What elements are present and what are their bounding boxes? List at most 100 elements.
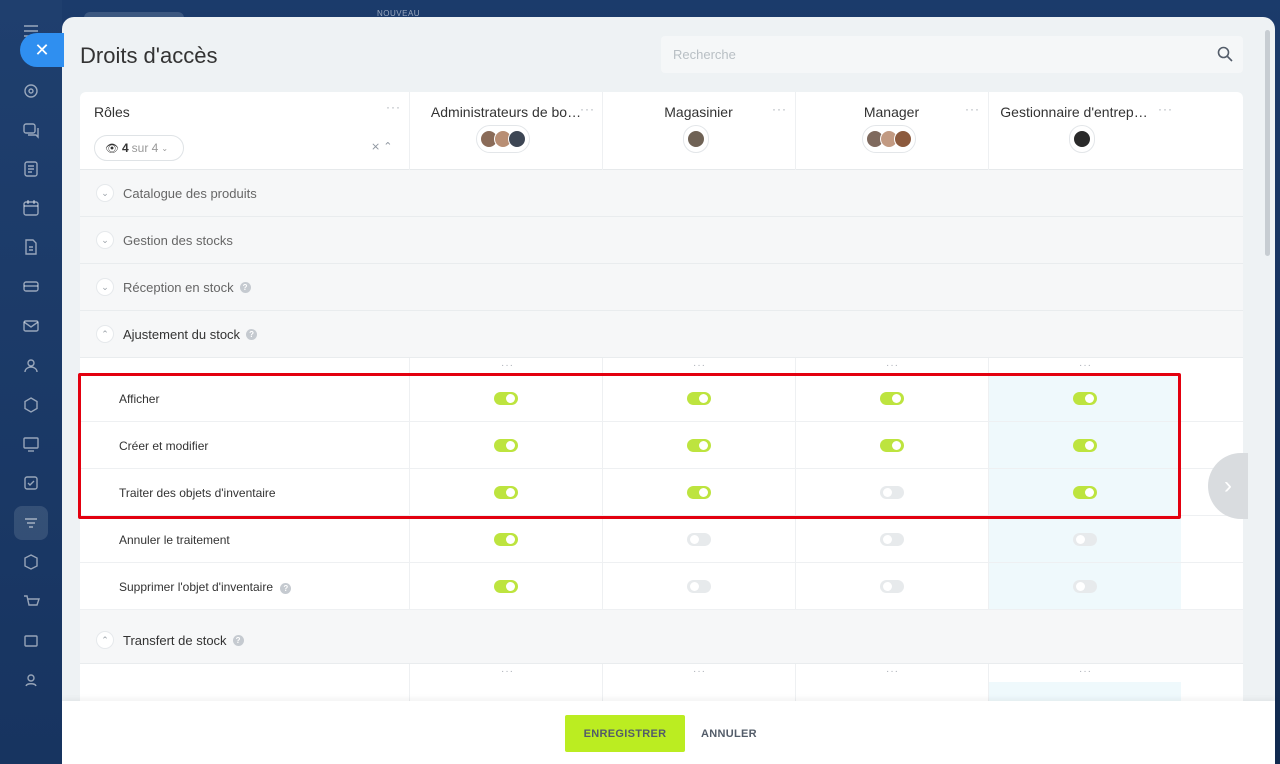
page-title: Droits d'accès xyxy=(80,43,218,68)
inventory-icon[interactable] xyxy=(14,506,48,540)
more-icon[interactable]: ··· xyxy=(501,360,514,371)
eye-icon: 👁 xyxy=(105,142,119,155)
cancel-button[interactable]: ANNULER xyxy=(692,715,766,752)
chevron-down-icon[interactable]: ⌄ xyxy=(96,184,114,202)
save-button[interactable]: ENREGISTRER xyxy=(565,715,685,752)
permission-label: Annuler le traitement xyxy=(119,533,230,547)
more-icon[interactable]: ··· xyxy=(772,102,787,116)
role-visibility-counter[interactable]: 👁 4 sur 4 ⌄ xyxy=(94,135,184,161)
role-name[interactable]: Magasinier xyxy=(602,104,795,120)
avatar xyxy=(894,130,912,148)
cart-icon[interactable] xyxy=(14,585,48,619)
counter-count: 4 xyxy=(121,141,129,155)
store-icon[interactable] xyxy=(14,624,48,658)
help-icon[interactable]: ? xyxy=(246,328,258,340)
role-name[interactable]: Gestionnaire d'entrep… xyxy=(988,104,1160,120)
chevron-down-icon: ⌄ xyxy=(161,143,169,153)
help-icon[interactable]: ? xyxy=(280,583,292,594)
chevron-down-icon[interactable]: ⌄ xyxy=(96,278,114,296)
more-icon[interactable]: ··· xyxy=(965,102,980,116)
collapse-expand-icon[interactable]: ⨯ ⌃ xyxy=(371,140,393,153)
role-avatars xyxy=(1069,125,1095,153)
contacts-icon[interactable] xyxy=(14,348,48,382)
calendar-icon[interactable] xyxy=(14,191,48,225)
counter-total: sur 4 xyxy=(131,141,159,155)
chevron-up-icon[interactable]: ⌃ xyxy=(96,325,114,343)
search-input[interactable] xyxy=(661,36,1243,73)
document-icon[interactable] xyxy=(14,230,48,264)
permission-row: Supprimer l'objet d'inventaire ? xyxy=(80,563,1243,610)
permission-toggle[interactable] xyxy=(1073,533,1097,546)
scrollbar[interactable] xyxy=(1265,30,1270,256)
chevron-up-icon[interactable]: ⌃ xyxy=(96,631,114,649)
more-icon[interactable]: ··· xyxy=(886,360,899,371)
section-label: Transfert de stock xyxy=(123,632,227,648)
checklist-icon[interactable] xyxy=(14,466,48,500)
roles-header: Rôles ··· 👁 4 sur 4 ⌄ ⨯ ⌃ Administrateur… xyxy=(80,92,1243,170)
avatar xyxy=(687,130,705,148)
chevron-down-icon[interactable]: ⌄ xyxy=(96,231,114,249)
section-stock-transfer[interactable]: ⌃ Transfert de stock ? xyxy=(80,617,1243,664)
more-icon[interactable]: ··· xyxy=(693,360,706,371)
column-divider xyxy=(988,92,989,170)
column-actions-row: ··· ··· ··· ··· xyxy=(80,664,1243,682)
chevron-right-icon: › xyxy=(1224,472,1232,499)
column-divider xyxy=(795,92,796,170)
more-icon[interactable]: ··· xyxy=(1158,102,1173,116)
highlight-frame xyxy=(78,373,1181,519)
more-icon[interactable]: ··· xyxy=(1079,360,1092,371)
permission-label-text: Supprimer l'objet d'inventaire xyxy=(119,580,273,594)
tasks-icon[interactable] xyxy=(14,152,48,186)
section-label: Gestion des stocks xyxy=(123,232,233,248)
role-avatars xyxy=(683,125,709,153)
role-avatars xyxy=(862,125,916,153)
roles-label: Rôles xyxy=(94,104,130,120)
more-icon[interactable]: ··· xyxy=(386,100,401,114)
section-stock-reception[interactable]: ⌄ Réception en stock ? xyxy=(80,264,1243,311)
chat-icon[interactable] xyxy=(14,113,48,147)
permission-toggle[interactable] xyxy=(687,580,711,593)
column-divider xyxy=(602,92,603,170)
sites-icon[interactable] xyxy=(14,427,48,461)
section-catalogue[interactable]: ⌄ Catalogue des produits xyxy=(80,170,1243,217)
permission-toggle[interactable] xyxy=(494,580,518,593)
role-avatars xyxy=(476,125,530,153)
section-stock-adjustment[interactable]: ⌃ Ajustement du stock ? xyxy=(80,311,1243,358)
close-panel-button[interactable]: ✕ xyxy=(20,33,64,67)
more-icon[interactable]: ··· xyxy=(693,666,706,677)
permission-toggle[interactable] xyxy=(880,580,904,593)
permission-row: Annuler le traitement xyxy=(80,516,1243,563)
permission-toggle[interactable] xyxy=(1073,580,1097,593)
search-icon[interactable] xyxy=(1217,46,1233,62)
close-icon: ✕ xyxy=(34,39,50,60)
search-box xyxy=(661,36,1243,73)
section-label: Réception en stock xyxy=(123,279,234,295)
crm-icon[interactable] xyxy=(14,388,48,422)
permission-toggle[interactable] xyxy=(880,533,904,546)
feed-icon[interactable] xyxy=(14,74,48,108)
help-icon[interactable]: ? xyxy=(239,281,251,293)
more-icon[interactable]: ··· xyxy=(1079,666,1092,677)
mail-icon[interactable] xyxy=(14,309,48,343)
section-label: Ajustement du stock xyxy=(123,326,241,342)
help-icon[interactable]: ? xyxy=(232,634,244,646)
more-icon[interactable]: ··· xyxy=(580,102,595,116)
permission-toggle[interactable] xyxy=(687,533,711,546)
role-name[interactable]: Manager xyxy=(795,104,988,120)
section-gap xyxy=(80,610,1243,617)
section-label: Catalogue des produits xyxy=(123,185,257,201)
avatar xyxy=(508,130,526,148)
drive-icon[interactable] xyxy=(14,269,48,303)
column-divider xyxy=(409,92,410,170)
section-stock-management[interactable]: ⌄ Gestion des stocks xyxy=(80,217,1243,264)
more-icon[interactable]: ··· xyxy=(501,666,514,677)
left-sidebar xyxy=(0,0,62,764)
footer-bar: ENREGISTRER ANNULER xyxy=(62,701,1275,764)
box-icon[interactable] xyxy=(14,545,48,579)
permission-toggle[interactable] xyxy=(494,533,518,546)
avatar xyxy=(1073,130,1091,148)
more-icon[interactable]: ··· xyxy=(886,666,899,677)
permission-label: Supprimer l'objet d'inventaire ? xyxy=(119,580,292,594)
team-icon[interactable] xyxy=(14,663,48,697)
role-name[interactable]: Administrateurs de bo… xyxy=(410,104,602,120)
